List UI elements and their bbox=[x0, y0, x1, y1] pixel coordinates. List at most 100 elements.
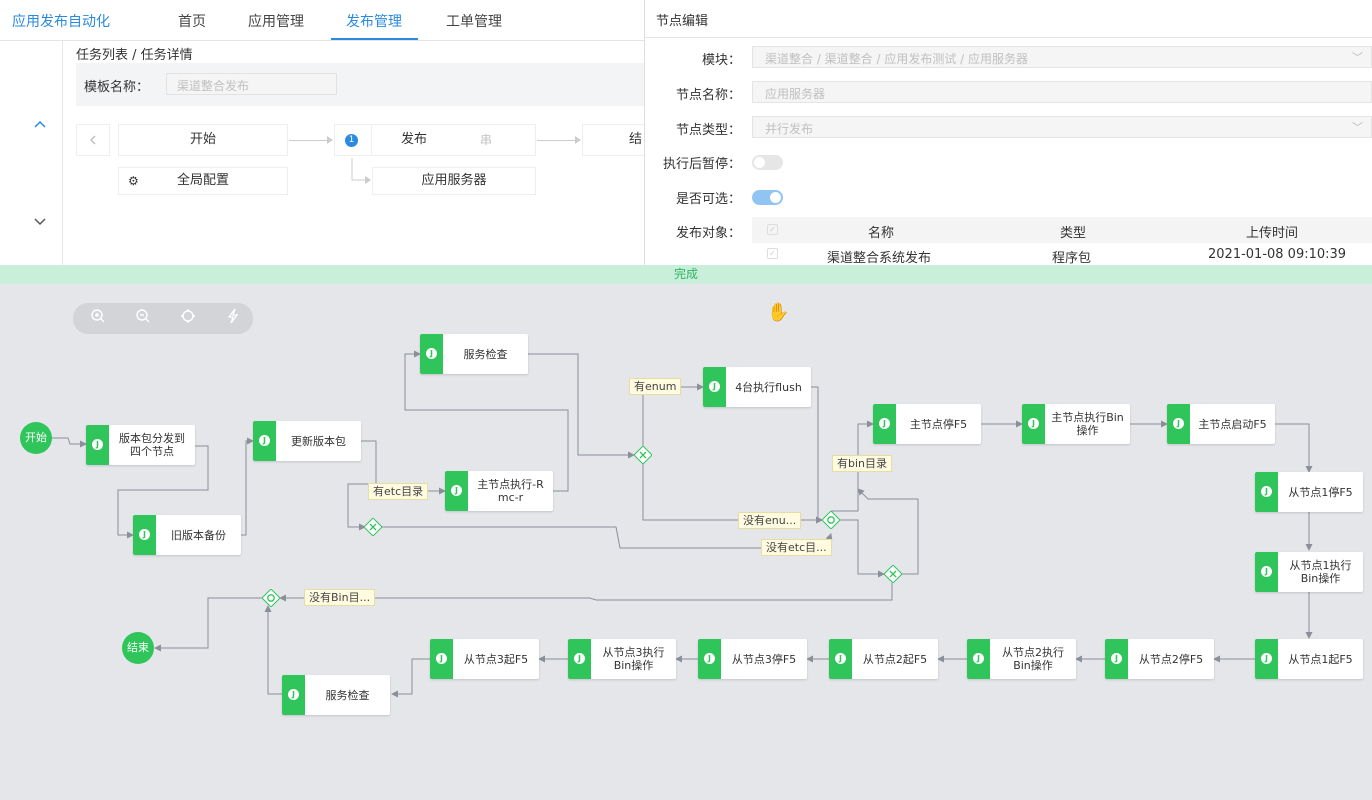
module-select[interactable]: 渠道整合 / 渠道整合 / 应用发布测试 / 应用服务器 ﹀ bbox=[752, 46, 1372, 68]
template-name-field[interactable]: 渠道整合发布 bbox=[166, 73, 337, 95]
pause-after-exec-toggle[interactable] bbox=[752, 155, 783, 170]
col-upload-time: 上传时间 bbox=[1246, 226, 1299, 241]
flow-node[interactable]: J 从节点2停F5 bbox=[1105, 639, 1214, 679]
node-name-label: 节点名称： bbox=[675, 88, 741, 103]
breadcrumb: 任务列表 / 任务详情 bbox=[76, 44, 193, 63]
breadcrumb-task-list[interactable]: 任务列表 bbox=[76, 48, 128, 63]
nav-home[interactable]: 首页 bbox=[178, 11, 206, 31]
global-config-box[interactable]: ⚙ 全局配置 bbox=[118, 167, 288, 195]
flow-node[interactable]: J 更新版本包 bbox=[253, 421, 361, 461]
optional-toggle[interactable] bbox=[752, 190, 783, 205]
flow-node[interactable]: J 主节点执行-R mc-r bbox=[445, 471, 553, 511]
flow-node[interactable]: J 从节点2起F5 bbox=[829, 639, 938, 679]
done-button[interactable]: 完成 bbox=[0, 265, 1372, 284]
node-label: 从节点2起F5 bbox=[862, 652, 928, 666]
node-label: 主节点停F5 bbox=[909, 417, 968, 431]
cell-type: 程序包 bbox=[1052, 251, 1092, 266]
gateway-o-icon[interactable] bbox=[262, 589, 280, 607]
node-label: 从节点1停F5 bbox=[1288, 485, 1353, 499]
node-name-input[interactable]: 应用服务器 bbox=[752, 81, 1372, 103]
gateway-x-icon[interactable] bbox=[884, 565, 902, 583]
select-all-checkbox[interactable]: ✓ bbox=[767, 224, 778, 235]
flow-node[interactable]: J 从节点1执行Bin操作 bbox=[1255, 552, 1363, 592]
gear-icon: ⚙ bbox=[128, 174, 139, 188]
arrow-right-icon bbox=[327, 136, 333, 144]
node-label: 服务检查 bbox=[325, 688, 370, 702]
node-label: 从节点3停F5 bbox=[731, 652, 797, 666]
row-checkbox[interactable]: ✓ bbox=[767, 248, 778, 259]
gateway-x-icon[interactable] bbox=[364, 518, 382, 536]
flow-node[interactable]: J 主节点启动F5 bbox=[1167, 404, 1275, 444]
flow-prev-button[interactable] bbox=[76, 124, 110, 156]
cell-upload-time: 2021-01-08 09:10:39 bbox=[1208, 247, 1347, 262]
module-label: 模块： bbox=[701, 53, 741, 68]
condition-label[interactable]: 有enum bbox=[629, 378, 682, 395]
condition-label[interactable]: 没有etc目... bbox=[761, 539, 832, 556]
flow-node[interactable]: J 从节点3起F5 bbox=[430, 639, 539, 679]
flow-node[interactable]: J 从节点1停F5 bbox=[1255, 472, 1363, 512]
condition-label[interactable]: 有etc目录 bbox=[368, 483, 429, 500]
node-label: 版本包分发到四个节点 bbox=[119, 432, 185, 458]
node-label: 更新版本包 bbox=[291, 434, 346, 448]
node-label: 主节点启动F5 bbox=[1198, 417, 1267, 431]
col-type: 类型 bbox=[1060, 226, 1087, 241]
node-label: 从节点2停F5 bbox=[1138, 652, 1204, 666]
chevron-up-icon[interactable] bbox=[30, 115, 50, 135]
chevron-down-icon: ﹀ bbox=[1352, 51, 1363, 64]
node-type-select[interactable]: 并行发布 ﹀ bbox=[752, 116, 1372, 138]
flow-start-box[interactable]: 开始 bbox=[118, 124, 288, 156]
flow-node[interactable]: J 服务检查 bbox=[282, 675, 390, 715]
nav-app-management[interactable]: 应用管理 bbox=[248, 11, 304, 31]
publish-target-table: ✓ 名称 类型 上传时间 ✓ 渠道整合系统发布 程序包 2021-01-08 0… bbox=[752, 217, 1372, 266]
nav-release-management[interactable]: 发布管理 bbox=[346, 11, 402, 31]
condition-label[interactable]: 没有Bin目... bbox=[304, 589, 376, 606]
node-type-value: 并行发布 bbox=[765, 122, 814, 136]
publish-mode-label: 串 bbox=[480, 133, 493, 147]
arrow-right-icon bbox=[575, 136, 581, 144]
flow-start-node[interactable]: 开始 bbox=[20, 422, 52, 454]
flow-canvas[interactable]: ✋ 开始 结束 J 版本包分发到四个节点 J 旧版本备份 J 更新版本包 J 服… bbox=[0, 284, 1372, 800]
condition-label[interactable]: 有bin目录 bbox=[832, 455, 893, 472]
flow-node[interactable]: J 从节点3执行Bin操作 bbox=[568, 639, 676, 679]
pause-after-exec-label: 执行后暂停： bbox=[662, 157, 741, 172]
breadcrumb-separator: / bbox=[128, 48, 141, 63]
top-navbar: 应用发布自动化 首页 应用管理 发布管理 工单管理 bbox=[0, 0, 644, 41]
node-label: 从节点3起F5 bbox=[463, 652, 529, 666]
flow-publish-box[interactable]: 1 发布 串 bbox=[334, 124, 536, 156]
node-label: 4台执行flush bbox=[735, 380, 802, 394]
node-label: 旧版本备份 bbox=[171, 528, 226, 542]
flow-publish-label: 发布 bbox=[401, 132, 428, 147]
nav-ticket-management[interactable]: 工单管理 bbox=[446, 11, 502, 31]
chevron-down-icon[interactable] bbox=[30, 211, 50, 231]
table-row[interactable]: ✓ 渠道整合系统发布 程序包 2021-01-08 09:10:39 bbox=[752, 244, 1372, 266]
node-label: 服务检查 bbox=[463, 347, 508, 361]
flow-node[interactable]: J 从节点2执行Bin操作 bbox=[967, 639, 1076, 679]
flow-node[interactable]: J 主节点执行Bin操作 bbox=[1022, 404, 1130, 444]
template-name-label: 模板名称： bbox=[84, 80, 150, 95]
nav-active-indicator bbox=[331, 38, 418, 40]
flow-connector bbox=[289, 140, 329, 141]
flow-node[interactable]: J 主节点停F5 bbox=[873, 404, 981, 444]
app-server-box[interactable]: 应用服务器 bbox=[372, 167, 536, 195]
flow-node[interactable]: J 从节点3停F5 bbox=[698, 639, 807, 679]
flow-end-node[interactable]: 结束 bbox=[122, 632, 154, 664]
left-rail bbox=[0, 41, 63, 265]
flow-end-box[interactable]: 结 bbox=[582, 124, 644, 156]
flow-node[interactable]: J 旧版本备份 bbox=[133, 515, 241, 555]
app-title[interactable]: 应用发布自动化 bbox=[12, 11, 110, 31]
breadcrumb-task-detail: 任务详情 bbox=[140, 48, 193, 63]
flow-node[interactable]: J 4台执行flush bbox=[703, 367, 811, 407]
publish-target-label: 发布对象： bbox=[675, 226, 741, 241]
col-name: 名称 bbox=[868, 226, 895, 241]
flow-node[interactable]: J 服务检查 bbox=[420, 334, 528, 374]
panel-header: 节点编辑 bbox=[645, 0, 1372, 38]
node-label: 主节点执行Bin操作 bbox=[1051, 411, 1124, 437]
gateway-o-icon[interactable] bbox=[822, 511, 840, 529]
condition-label[interactable]: 没有enu... bbox=[738, 512, 802, 529]
table-header: ✓ 名称 类型 上传时间 bbox=[752, 217, 1372, 243]
gateway-x-icon[interactable] bbox=[634, 446, 652, 464]
optional-label: 是否可选： bbox=[675, 192, 741, 207]
flow-node[interactable]: J 版本包分发到四个节点 bbox=[86, 425, 195, 465]
flow-node[interactable]: J 从节点1起F5 bbox=[1255, 639, 1363, 679]
global-config-label: 全局配置 bbox=[176, 173, 229, 188]
